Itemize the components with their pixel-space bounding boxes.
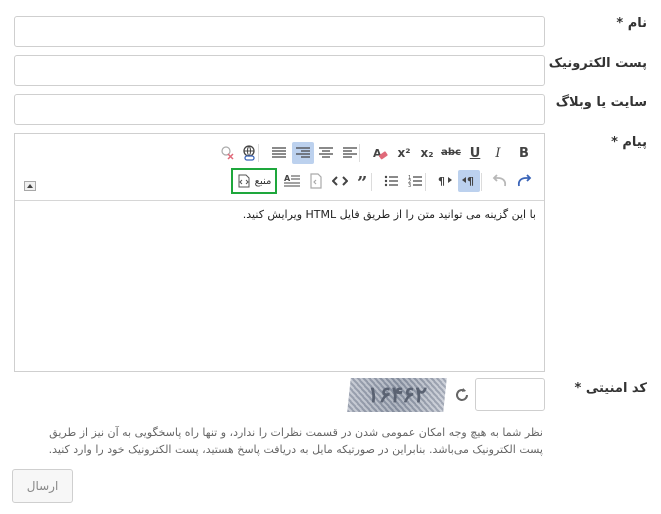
- website-label: سایت یا وبلاگ: [555, 95, 647, 110]
- captcha-label: کد امنیتی *: [574, 381, 648, 396]
- svg-text:”: ”: [357, 175, 367, 187]
- svg-text:¶: ¶: [467, 175, 474, 188]
- align-justify-icon[interactable]: [268, 142, 290, 164]
- link-icon[interactable]: [238, 142, 260, 164]
- subscript-button[interactable]: x₂: [416, 142, 438, 164]
- svg-text:¶: ¶: [438, 175, 445, 188]
- ltr-direction-icon[interactable]: ¶: [434, 170, 456, 192]
- name-label: نام *: [616, 16, 647, 31]
- editor-toolbar: B I U abc x₂ x² A ¶ ¶ 1 2 3 ” A منبع: [15, 134, 544, 201]
- undo-icon[interactable]: [489, 170, 511, 192]
- numbered-list-icon[interactable]: 123: [404, 170, 426, 192]
- editor-content[interactable]: با این گزینه می توانید متن را از طریق فا…: [243, 208, 536, 221]
- svg-text:A: A: [284, 174, 291, 183]
- unlink-icon[interactable]: [216, 142, 238, 164]
- source-icon: [238, 174, 250, 188]
- superscript-button[interactable]: x²: [393, 142, 415, 164]
- toolbar-collapse-button[interactable]: [24, 181, 36, 191]
- bulleted-list-icon[interactable]: [380, 170, 402, 192]
- strikethrough-button[interactable]: abc: [440, 142, 462, 164]
- website-input[interactable]: [14, 94, 545, 125]
- rtl-direction-icon[interactable]: ¶: [458, 170, 480, 192]
- refresh-captcha-icon[interactable]: [453, 386, 471, 404]
- underline-button[interactable]: U: [464, 142, 486, 164]
- message-editor[interactable]: B I U abc x₂ x² A ¶ ¶ 1 2 3 ” A منبع با …: [14, 133, 545, 372]
- text-format-icon[interactable]: A: [281, 170, 303, 192]
- message-label: پیام *: [611, 135, 647, 150]
- align-right-icon[interactable]: [292, 142, 314, 164]
- align-center-icon[interactable]: [315, 142, 337, 164]
- remove-format-icon[interactable]: A: [369, 142, 391, 164]
- source-button[interactable]: منبع: [231, 168, 277, 194]
- captcha-image: ١۶۴۶٢: [347, 378, 447, 412]
- redo-icon[interactable]: [513, 170, 535, 192]
- code-icon[interactable]: [329, 170, 351, 192]
- italic-button[interactable]: I: [487, 142, 509, 164]
- blockquote-icon[interactable]: ”: [353, 170, 375, 192]
- snippet-icon[interactable]: [305, 170, 327, 192]
- email-input[interactable]: [14, 55, 545, 86]
- bold-button[interactable]: B: [513, 142, 535, 164]
- align-left-icon[interactable]: [339, 142, 361, 164]
- svg-text:3: 3: [408, 183, 411, 188]
- privacy-note: نظر شما به هیچ وجه امکان عمومی شدن در قس…: [48, 426, 543, 456]
- source-label: منبع: [254, 175, 272, 187]
- captcha-input[interactable]: [475, 378, 545, 411]
- toolbar-separator: [481, 173, 482, 191]
- name-input[interactable]: [14, 16, 545, 47]
- submit-button[interactable]: ارسال: [12, 469, 73, 503]
- email-label: پست الکترونیک: [548, 56, 647, 71]
